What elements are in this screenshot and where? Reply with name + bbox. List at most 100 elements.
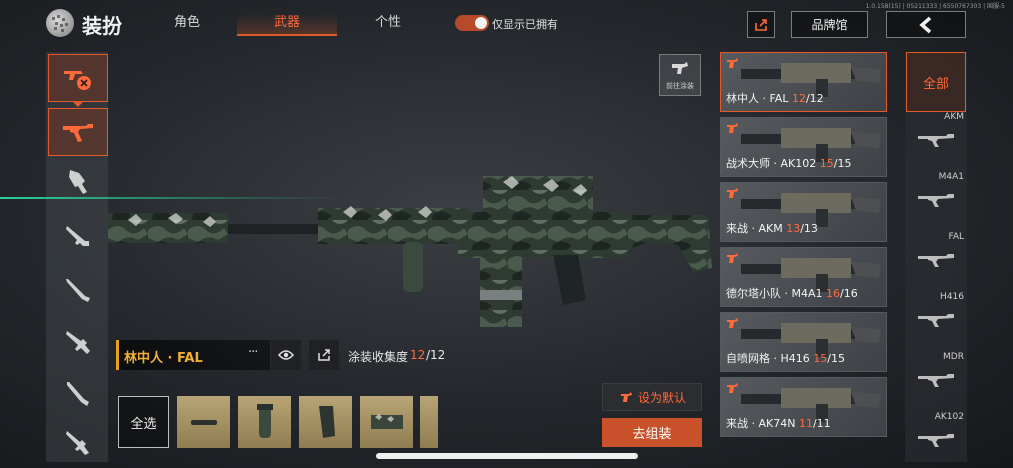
skin-card-name: 德尔塔小队 · M4A1	[726, 287, 826, 300]
filter-item-label: MDR	[943, 352, 964, 362]
spray-tag-icon	[727, 188, 738, 198]
spray-tag-icon	[727, 58, 738, 68]
spray-tag-icon	[727, 318, 738, 328]
receiver-icon	[370, 414, 403, 429]
skin-card-name: 林中人 · FAL	[726, 92, 792, 105]
skin-card-owned: 15	[819, 157, 834, 170]
filter-item[interactable]: FAL	[906, 232, 966, 292]
tab-weapon[interactable]: 武器	[237, 14, 337, 36]
filter-item-label: AKM	[944, 112, 964, 122]
filter-item[interactable]: AK102	[906, 412, 966, 468]
sniper-rifle-icon	[66, 279, 90, 302]
filter-item[interactable]: H416	[906, 292, 966, 352]
share-icon	[318, 349, 330, 361]
skin-card-total: /11	[812, 417, 831, 430]
marksman-rifle-icon	[67, 382, 89, 406]
skin-card[interactable]: 来战 · AK74N 11/11	[720, 377, 887, 437]
toggle-knob	[475, 17, 487, 29]
weapon-silhouette-icon	[918, 194, 954, 207]
skin-card-label: 德尔塔小队 · M4A1 16/16	[726, 285, 858, 301]
skin-card[interactable]: 德尔塔小队 · M4A1 16/16	[720, 247, 887, 307]
owned-only-label: 仅显示已拥有	[492, 18, 558, 31]
gun-badge-icon	[64, 71, 91, 90]
collection-total: /12	[426, 348, 446, 362]
weapon-model-fal[interactable]	[108, 160, 720, 335]
category-assault-rifle[interactable]	[48, 108, 108, 156]
skin-card[interactable]: 林中人 · FAL 12/12	[720, 52, 887, 112]
category-favorite[interactable]	[48, 54, 108, 102]
category-marksman[interactable]	[48, 370, 108, 418]
skin-card-total: /16	[840, 287, 858, 300]
skin-card[interactable]: 自喷网格 · H416 15/15	[720, 312, 887, 372]
weapon-silhouette-icon	[918, 434, 954, 447]
skin-card-total: /12	[805, 92, 824, 105]
skin-card-name: 自喷网格 · H416	[726, 352, 814, 365]
muzzle-icon	[190, 420, 217, 425]
skin-card-owned: 15	[813, 352, 828, 365]
spray-can-icon	[620, 392, 632, 402]
logo-icon	[46, 9, 74, 37]
skin-card-name: 来战 · AK74N	[726, 417, 799, 430]
version-text: 1.0.158(15) | 05211333 | 6550767303 | 国服…	[865, 3, 1005, 10]
more-options-button[interactable]: ···	[248, 345, 258, 360]
skin-card[interactable]: 来战 · AKM 13/13	[720, 182, 887, 242]
share-icon	[755, 18, 767, 31]
brand-hall-button[interactable]: 品牌馆	[791, 11, 868, 38]
category-lmg[interactable]	[48, 318, 108, 366]
filter-item-label: AK102	[934, 412, 964, 422]
select-all-button[interactable]: 全选	[118, 396, 169, 448]
skin-card[interactable]: 战术大师 · AK102 15/15	[720, 117, 887, 177]
filter-item-label: M4A1	[938, 172, 964, 182]
filter-all-button[interactable]: 全部	[906, 52, 966, 112]
assault-rifle-icon	[63, 124, 93, 142]
skin-card-owned: 13	[786, 222, 801, 235]
go-paint-button[interactable]: 前往涂装	[659, 54, 701, 96]
skin-card-label: 林中人 · FAL 12/12	[726, 90, 824, 106]
part-pistol-grip[interactable]	[299, 396, 352, 448]
filter-item[interactable]: M4A1	[906, 172, 966, 232]
skin-card-total: /15	[827, 352, 845, 365]
skin-card-label: 自喷网格 · H416 15/15	[726, 350, 845, 366]
carbine-icon	[66, 431, 89, 455]
home-indicator	[376, 453, 638, 459]
set-default-button[interactable]: 设为默认	[602, 383, 702, 411]
owned-only-toggle[interactable]	[455, 15, 489, 31]
part-muzzle[interactable]	[177, 396, 230, 448]
part-receiver[interactable]	[360, 396, 413, 448]
part-grip[interactable]	[238, 396, 291, 448]
skin-name: 林中人 · FAL	[124, 351, 203, 366]
smg-icon	[69, 170, 87, 194]
set-default-label: 设为默认	[637, 390, 686, 405]
part-clipped[interactable]	[420, 396, 438, 448]
skin-card-owned: 11	[798, 417, 813, 430]
skin-card-label: 来战 · AK74N 11/11	[726, 415, 831, 431]
skin-card-owned: 12	[791, 92, 806, 105]
spray-tag-icon	[727, 253, 738, 263]
collection-owned: 12	[410, 348, 426, 362]
tab-character[interactable]: 角色	[137, 14, 237, 36]
spray-tag-icon	[727, 383, 738, 393]
weapon-silhouette-icon	[918, 374, 954, 387]
filter-item-label: H416	[940, 292, 964, 302]
category-sniper[interactable]	[48, 266, 108, 314]
preview-button[interactable]	[271, 340, 301, 370]
tab-personality[interactable]: 个性	[338, 14, 438, 36]
foregrip-icon	[256, 404, 273, 438]
share-skin-button[interactable]	[309, 340, 339, 370]
skin-card-label: 战术大师 · AK102 15/15	[726, 155, 851, 171]
category-pistol[interactable]	[48, 418, 108, 466]
page-title: 装扮	[82, 14, 122, 38]
filter-item[interactable]: MDR	[906, 352, 966, 412]
skin-card-total: /13	[800, 222, 818, 235]
spray-tag-icon	[727, 123, 738, 133]
filter-item[interactable]: AKM	[906, 112, 966, 172]
back-button[interactable]	[886, 11, 966, 38]
lmg-icon	[66, 331, 90, 354]
go-assemble-button[interactable]: 去组装	[602, 418, 702, 447]
category-shotgun[interactable]	[48, 212, 108, 260]
go-paint-label: 前往涂装	[666, 81, 694, 90]
skin-card-name: 战术大师 · AK102	[726, 157, 820, 170]
share-button[interactable]	[747, 11, 775, 38]
filter-item-label: FAL	[948, 232, 964, 242]
weapon-silhouette-icon	[918, 314, 954, 327]
